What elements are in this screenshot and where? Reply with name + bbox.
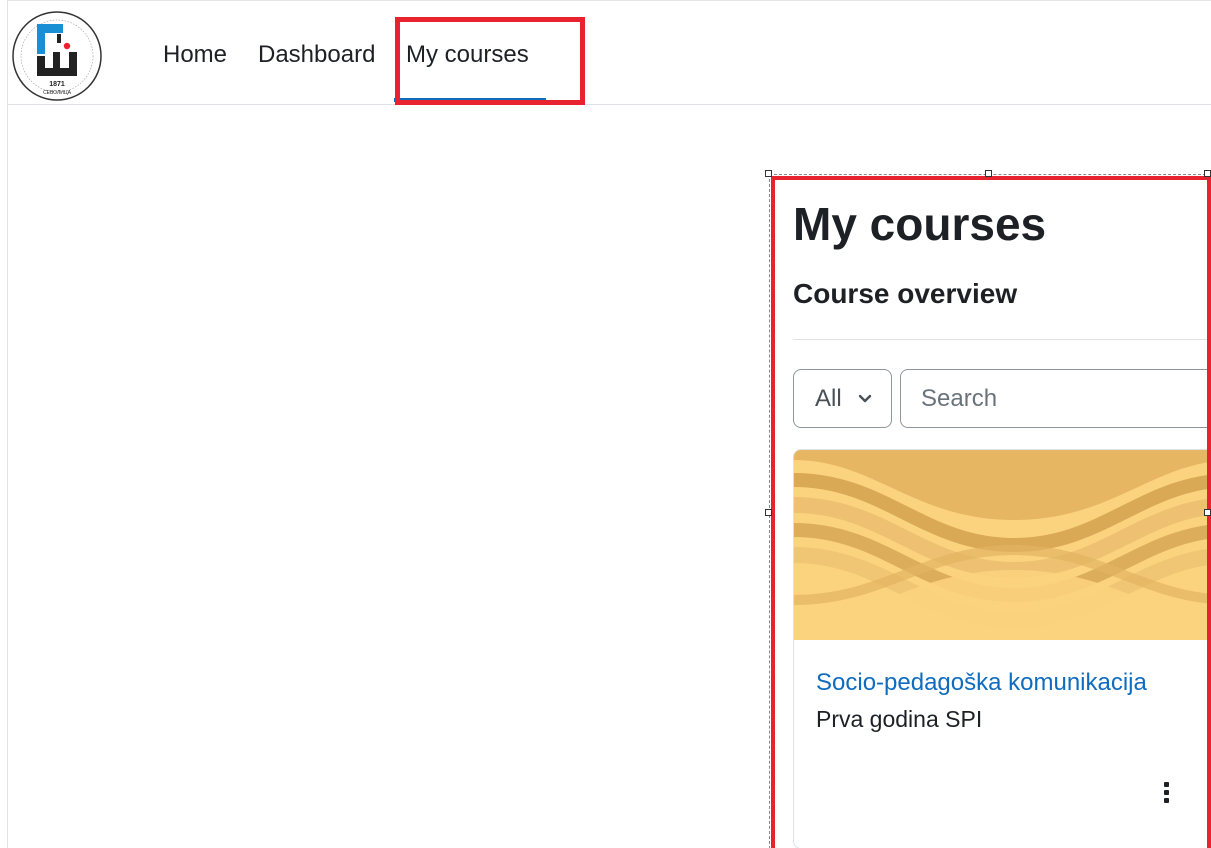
filter-selected-value: All xyxy=(815,385,842,412)
kebab-dot xyxy=(1163,790,1169,795)
grouping-filter-dropdown[interactable]: All xyxy=(793,369,892,428)
window-left-edge xyxy=(0,0,8,848)
nav-dashboard[interactable]: Dashboard xyxy=(258,38,375,72)
course-card[interactable]: Socio-pedagoška komunikacija Prva godina… xyxy=(793,449,1211,848)
course-card-image[interactable] xyxy=(794,450,1211,640)
section-divider xyxy=(793,339,1211,340)
course-category: Prva godina SPI xyxy=(816,706,983,732)
navbar: 1871 СЕВОЛИЦА Home Dashboard My courses xyxy=(8,8,1211,105)
nav-home[interactable]: Home xyxy=(163,38,227,72)
section-title: Course overview xyxy=(793,278,1018,309)
page-title: My courses xyxy=(793,198,1047,250)
nav-active-indicator xyxy=(394,98,546,102)
resize-handle[interactable] xyxy=(765,509,772,516)
resize-handle[interactable] xyxy=(985,170,992,177)
resize-handle[interactable] xyxy=(765,170,772,177)
course-search-input[interactable] xyxy=(900,369,1211,428)
course-name-link[interactable]: Socio-pedagoška komunikacija xyxy=(816,668,1147,698)
nav-my-courses[interactable]: My courses xyxy=(406,38,529,72)
resize-handle[interactable] xyxy=(1204,170,1211,177)
course-actions-menu-icon[interactable] xyxy=(1157,780,1175,810)
resize-handle[interactable] xyxy=(1204,509,1211,516)
kebab-dot xyxy=(1163,782,1169,787)
page: 1871 СЕВОЛИЦА Home Dashboard My courses … xyxy=(0,0,1211,848)
logo-year: 1871 xyxy=(49,81,65,88)
university-logo[interactable]: 1871 СЕВОЛИЦА xyxy=(11,10,103,102)
chevron-down-icon xyxy=(858,394,872,403)
logo-city: СЕВОЛИЦА xyxy=(43,90,72,96)
kebab-dot xyxy=(1163,798,1169,803)
